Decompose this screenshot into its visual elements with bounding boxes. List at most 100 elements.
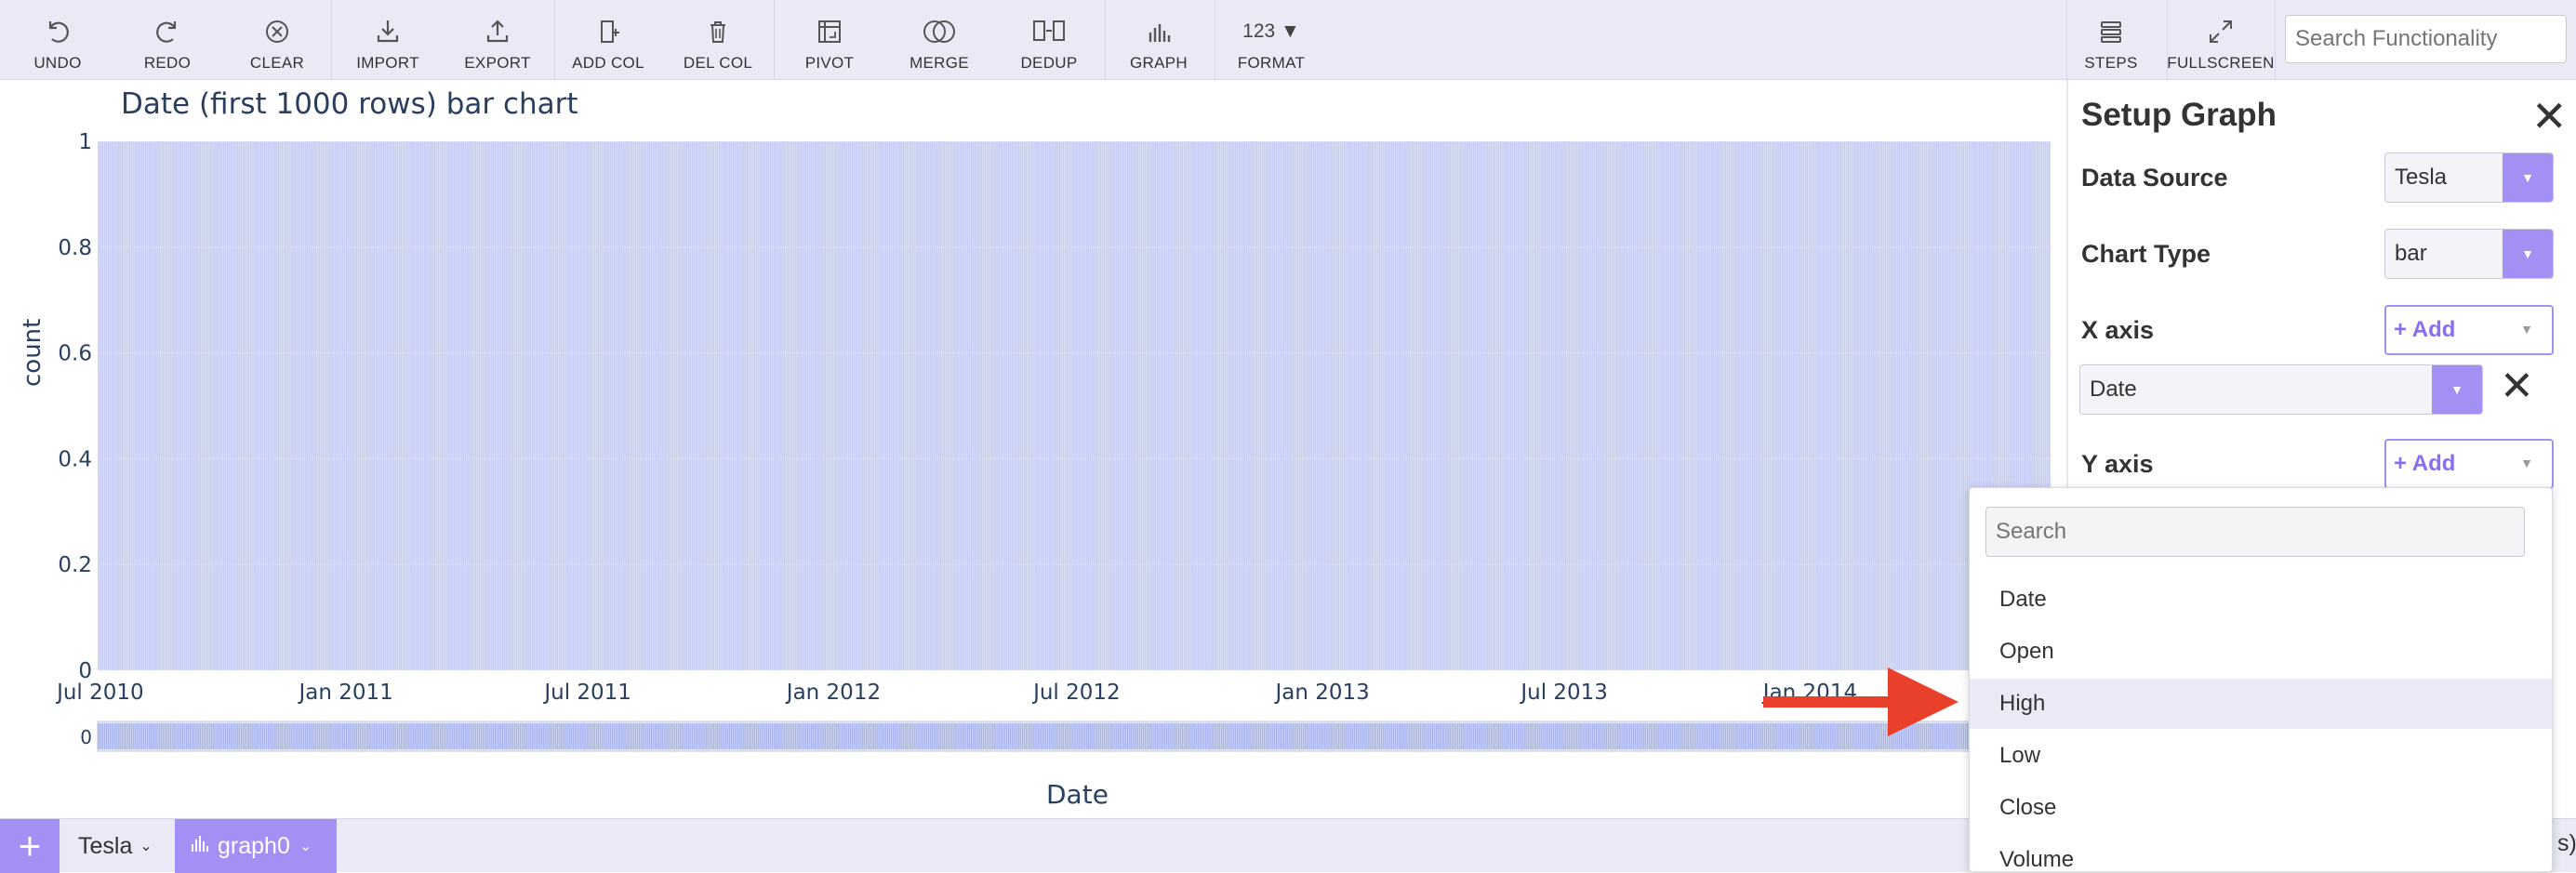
sheet-tab-tesla[interactable]: Tesla ⌄ xyxy=(65,819,169,873)
bar[interactable] xyxy=(1724,141,1727,670)
bar[interactable] xyxy=(359,141,362,670)
bar[interactable] xyxy=(1162,141,1164,670)
bar[interactable] xyxy=(312,141,314,670)
bar[interactable] xyxy=(1486,141,1488,670)
bar[interactable] xyxy=(1021,141,1024,670)
bar[interactable] xyxy=(631,141,633,670)
bar[interactable] xyxy=(1660,141,1662,670)
bar[interactable] xyxy=(856,141,857,670)
bar[interactable] xyxy=(595,141,598,670)
bar[interactable] xyxy=(922,141,923,670)
bar[interactable] xyxy=(1328,141,1330,670)
bar[interactable] xyxy=(510,141,511,670)
bar[interactable] xyxy=(906,141,909,670)
bar[interactable] xyxy=(363,141,365,670)
bar[interactable] xyxy=(299,141,301,670)
bar[interactable] xyxy=(330,141,332,670)
bar[interactable] xyxy=(1179,141,1182,670)
bar[interactable] xyxy=(1211,141,1213,670)
bar[interactable] xyxy=(1076,141,1078,670)
bar[interactable] xyxy=(540,141,543,670)
bar[interactable] xyxy=(240,141,243,670)
bar[interactable] xyxy=(1339,141,1342,670)
bar[interactable] xyxy=(529,141,531,670)
bar[interactable] xyxy=(1170,141,1172,670)
bar[interactable] xyxy=(849,141,852,670)
bar[interactable] xyxy=(1957,141,1959,670)
bar[interactable] xyxy=(1105,141,1108,670)
bar[interactable] xyxy=(336,141,338,670)
bar[interactable] xyxy=(410,141,412,670)
bar[interactable] xyxy=(566,141,568,670)
bar[interactable] xyxy=(632,141,635,670)
bar[interactable] xyxy=(121,141,123,670)
bar[interactable] xyxy=(1797,141,1799,670)
bar[interactable] xyxy=(1337,141,1340,670)
bar[interactable] xyxy=(527,141,529,670)
bar[interactable] xyxy=(1676,141,1678,670)
bar[interactable] xyxy=(1033,141,1035,670)
bar[interactable] xyxy=(1751,141,1754,670)
bar[interactable] xyxy=(1513,141,1516,670)
dropdown-option-volume[interactable]: Volume xyxy=(1970,835,2552,871)
bar[interactable] xyxy=(1017,141,1019,670)
bar[interactable] xyxy=(153,141,154,670)
bar[interactable] xyxy=(785,141,787,670)
bar[interactable] xyxy=(1183,141,1186,670)
bar[interactable] xyxy=(783,141,785,670)
bar[interactable] xyxy=(1451,141,1454,670)
bar[interactable] xyxy=(465,141,467,670)
bar[interactable] xyxy=(883,141,884,670)
bar[interactable] xyxy=(1788,141,1791,670)
bar[interactable] xyxy=(1627,141,1629,670)
bar[interactable] xyxy=(1859,141,1861,670)
bar[interactable] xyxy=(714,141,717,670)
bar[interactable] xyxy=(213,141,215,670)
bar[interactable] xyxy=(1243,141,1246,670)
bar[interactable] xyxy=(146,141,149,670)
bar[interactable] xyxy=(1055,141,1056,670)
bar[interactable] xyxy=(295,141,297,670)
bar[interactable] xyxy=(1082,141,1084,670)
bar[interactable] xyxy=(1609,141,1612,670)
bar[interactable] xyxy=(272,141,273,670)
bar[interactable] xyxy=(501,141,504,670)
bar[interactable] xyxy=(1287,141,1289,670)
bar[interactable] xyxy=(1886,141,1889,670)
bar[interactable] xyxy=(660,141,662,670)
bar[interactable] xyxy=(1548,141,1551,670)
bar[interactable] xyxy=(693,141,696,670)
bar[interactable] xyxy=(777,141,779,670)
bar[interactable] xyxy=(1894,141,1896,670)
bar[interactable] xyxy=(654,141,657,670)
data-source-select[interactable]: Tesla ▼ xyxy=(2384,152,2554,203)
bar[interactable] xyxy=(719,141,721,670)
bar[interactable] xyxy=(1575,141,1578,670)
bar[interactable] xyxy=(1705,141,1707,670)
bar[interactable] xyxy=(169,141,172,670)
bar[interactable] xyxy=(219,141,220,670)
bar[interactable] xyxy=(1400,141,1402,670)
bar[interactable] xyxy=(896,141,898,670)
bar[interactable] xyxy=(164,141,166,670)
bar[interactable] xyxy=(531,141,533,670)
bar[interactable] xyxy=(1122,141,1125,670)
bar[interactable] xyxy=(1422,141,1424,670)
bar[interactable] xyxy=(1414,141,1416,670)
bar[interactable] xyxy=(1456,141,1459,670)
bar[interactable] xyxy=(1332,141,1334,670)
bar[interactable] xyxy=(1681,141,1683,670)
bar[interactable] xyxy=(615,141,617,670)
bar[interactable] xyxy=(525,141,527,670)
bar[interactable] xyxy=(1445,141,1447,670)
bar[interactable] xyxy=(843,141,845,670)
bar[interactable] xyxy=(130,141,133,670)
bar[interactable] xyxy=(1910,141,1912,670)
bar[interactable] xyxy=(206,141,209,670)
bar[interactable] xyxy=(1295,141,1297,670)
bar[interactable] xyxy=(976,141,978,670)
bar[interactable] xyxy=(1227,141,1228,670)
bar[interactable] xyxy=(1573,141,1576,670)
bar[interactable] xyxy=(602,141,604,670)
clear-button[interactable]: CLEAR xyxy=(240,0,314,80)
